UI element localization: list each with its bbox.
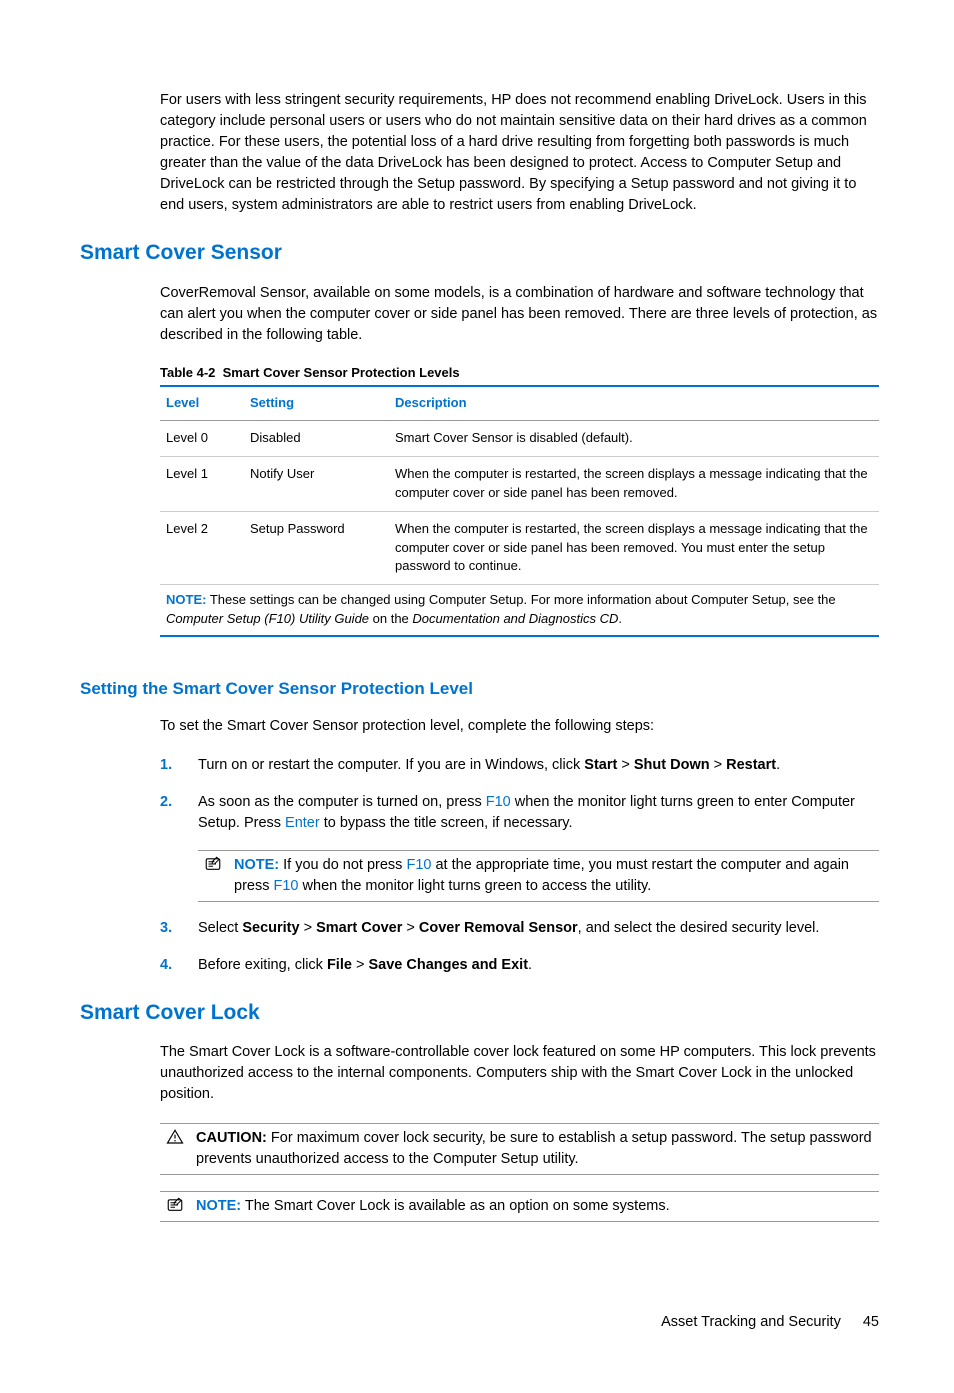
table-row: Level 2 Setup Password When the computer… [160,511,879,585]
note-label: NOTE: [234,857,279,873]
table-caption: Table 4-2 Smart Cover Sensor Protection … [160,364,879,386]
intro-paragraph: For users with less stringent security r… [160,90,879,216]
col-description: Description [395,386,879,420]
table-row: Level 1 Notify User When the computer is… [160,457,879,512]
cell-setting: Disabled [250,421,395,457]
col-setting: Setting [250,386,395,420]
note-callout: NOTE: If you do not press F10 at the app… [198,850,879,902]
table-note: NOTE: These settings can be changed usin… [160,585,879,637]
step-3: Select Security > Smart Cover > Cover Re… [160,918,879,939]
step-1: Turn on or restart the computer. If you … [160,755,879,776]
footer-text: Asset Tracking and Security [661,1314,841,1330]
table-label: Table 4-2 Smart Cover Sensor Protection … [160,365,460,380]
caution-icon [166,1128,184,1146]
col-level: Level [160,386,250,420]
steps-list-cont: Select Security > Smart Cover > Cover Re… [160,918,879,976]
caution-callout: CAUTION: For maximum cover lock security… [160,1123,879,1175]
heading-setting-protection-level: Setting the Smart Cover Sensor Protectio… [80,677,879,702]
page-number: 45 [863,1314,879,1330]
table-row: Level 0 Disabled Smart Cover Sensor is d… [160,421,879,457]
cell-level: Level 1 [160,457,250,512]
heading-smart-cover-sensor: Smart Cover Sensor [80,238,879,268]
step-4: Before exiting, click File > Save Change… [160,955,879,976]
cell-setting: Setup Password [250,511,395,585]
steps-intro: To set the Smart Cover Sensor protection… [160,716,879,737]
sensor-description: CoverRemoval Sensor, available on some m… [160,283,879,346]
cell-description: Smart Cover Sensor is disabled (default)… [395,421,879,457]
caution-label: CAUTION: [196,1130,267,1146]
note-label: NOTE: [166,592,206,607]
note-icon [204,855,222,873]
cell-description: When the computer is restarted, the scre… [395,511,879,585]
cell-description: When the computer is restarted, the scre… [395,457,879,512]
protection-levels-table: Level Setting Description Level 0 Disabl… [160,385,879,585]
note-text: The Smart Cover Lock is available as an … [245,1198,670,1214]
note-label: NOTE: [196,1198,241,1214]
step-2: As soon as the computer is turned on, pr… [160,792,879,834]
lock-description: The Smart Cover Lock is a software-contr… [160,1042,879,1105]
heading-smart-cover-lock: Smart Cover Lock [80,998,879,1028]
cell-level: Level 0 [160,421,250,457]
cell-level: Level 2 [160,511,250,585]
cell-setting: Notify User [250,457,395,512]
note-icon [166,1196,184,1214]
note-callout-2: NOTE: The Smart Cover Lock is available … [160,1191,879,1222]
page-footer: Asset Tracking and Security 45 [80,1312,879,1333]
steps-list: Turn on or restart the computer. If you … [160,755,879,834]
caution-text: For maximum cover lock security, be sure… [196,1130,872,1167]
